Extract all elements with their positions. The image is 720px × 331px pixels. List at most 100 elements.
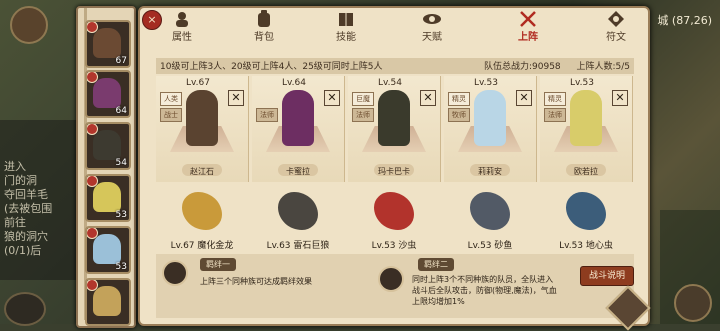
hero-figure: [378, 90, 410, 146]
pet-figure: [470, 192, 510, 230]
bond-two-title: 羁绊二: [418, 258, 454, 271]
hero-figure: [186, 90, 218, 146]
hero-portrait: [93, 130, 121, 160]
tab-label: 属性: [172, 32, 192, 43]
pet-row: Lv.67 魔化金龙 Lv.63 雷石巨狼 Lv.53 沙虫 Lv.53 砂鱼 Lv.5…: [156, 188, 634, 252]
hero-level: 54: [115, 158, 127, 168]
hero-level: Lv.64: [282, 78, 306, 88]
player-avatar[interactable]: [10, 6, 48, 44]
tab-attributes[interactable]: 属性: [152, 8, 212, 43]
hero-name: 欧若拉: [574, 167, 598, 176]
tab-skills[interactable]: 技能: [316, 8, 376, 43]
talent-icon: [423, 14, 441, 24]
hero-slot[interactable]: 53: [85, 226, 131, 274]
hero-level: Lv.67: [186, 78, 210, 88]
class-tag: 法师: [544, 108, 566, 122]
quest-line: (去被包围: [4, 202, 53, 215]
lineup-card[interactable]: Lv.53 精灵 法师 ✕ 欧若拉: [540, 76, 633, 182]
hero-slot[interactable]: 64: [85, 70, 131, 118]
lineup-card[interactable]: Lv.64 法师 ✕ 卡蜜拉: [252, 76, 345, 182]
tab-label: 背包: [254, 32, 274, 43]
hero-level: 53: [115, 210, 127, 220]
lineup-card[interactable]: Lv.54 巨魔 法师 ✕ 玛卡巴卡: [348, 76, 441, 182]
tab-talents[interactable]: 天赋: [402, 8, 462, 43]
class-tag: 法师: [256, 108, 278, 122]
lineup-card[interactable]: Lv.53 精灵 牧师 ✕ 莉莉安: [444, 76, 537, 182]
hero-level: 53: [115, 262, 127, 272]
pet-slot[interactable]: Lv.53 砂鱼: [444, 188, 536, 251]
pet-slot[interactable]: Lv.53 地心虫: [540, 188, 632, 251]
bond-two-desc-line: 上限均增加1%: [412, 297, 465, 306]
battle-info-button[interactable]: 战斗说明: [580, 266, 634, 286]
hero-level: Lv.53: [474, 78, 498, 88]
tab-bar: 属性 背包 技能 天赋 上阵 符文: [146, 8, 642, 43]
backpack-icon: [258, 10, 270, 27]
hero-name: 赵江石: [190, 167, 214, 176]
class-tag: 牧师: [448, 108, 470, 122]
pet-label: Lv.53 砂鱼: [467, 241, 513, 251]
quest-line: (0/1)后: [4, 244, 42, 257]
pet-slot[interactable]: Lv.67 魔化金龙: [156, 188, 248, 251]
lineup-cards: Lv.67 人类 战士 ✕ 赵江石 Lv.64 法师 ✕ 卡蜜拉 Lv.54 巨魔 法师 ✕ 玛卡巴卡 Lv…: [156, 76, 634, 186]
hero-portrait: [93, 78, 121, 108]
hero-level: 67: [115, 56, 127, 66]
skill-book-icon: [339, 13, 353, 26]
lineup-count: 上阵人数:5/5: [576, 62, 630, 72]
pet-label: Lv.63 雷石巨狼: [266, 241, 330, 251]
menu-avatar-button[interactable]: [674, 284, 712, 322]
race-tag: 精灵: [544, 92, 566, 106]
rune-icon: [608, 11, 624, 27]
companion-avatar[interactable]: [4, 292, 46, 326]
bond-two-desc: 同时上阵3个不同种族的队员，全队进入 战斗后全队攻击，防御(物理,魔法)，气血 …: [412, 274, 557, 307]
lineup-card[interactable]: Lv.67 人类 战士 ✕ 赵江石: [156, 76, 249, 182]
bond-two-desc-line: 同时上阵3个不同种族的队员，全队进入: [412, 275, 554, 284]
hero-slot[interactable]: 54: [85, 122, 131, 170]
tab-lineup[interactable]: 上阵: [498, 8, 558, 43]
bond-section: 羁绊一 上阵三个同种族可达成羁绊效果 羁绊二 同时上阵3个不同种族的队员，全队进…: [156, 254, 634, 318]
pet-slot[interactable]: Lv.53 沙虫: [348, 188, 440, 251]
map-coordinates: 城 (87,26): [657, 14, 712, 27]
team-power: 队伍总战力:90958: [484, 62, 561, 72]
class-tag: 法师: [352, 108, 374, 122]
quest-line: 前往: [4, 216, 26, 229]
quest-line: 门的洞: [4, 174, 37, 187]
hero-slot[interactable]: 53: [85, 174, 131, 222]
bond-one-title: 羁绊一: [200, 258, 236, 271]
tab-runes[interactable]: 符文: [586, 8, 646, 43]
remove-hero-button[interactable]: ✕: [516, 90, 532, 106]
pet-figure: [566, 192, 606, 230]
pet-label: Lv.53 沙虫: [371, 241, 417, 251]
remove-hero-button[interactable]: ✕: [228, 90, 244, 106]
pet-label: Lv.53 地心虫: [559, 241, 613, 251]
class-tag: 战士: [160, 108, 182, 122]
hero-figure: [474, 90, 506, 146]
hero-name: 莉莉安: [478, 167, 502, 176]
tab-label: 上阵: [518, 32, 538, 43]
pet-slot[interactable]: Lv.63 雷石巨狼: [252, 188, 344, 251]
pet-figure: [278, 192, 318, 230]
tab-label: 天赋: [422, 32, 442, 43]
remove-hero-button[interactable]: ✕: [324, 90, 340, 106]
bond-two-icon[interactable]: [378, 266, 404, 292]
quest-tracker[interactable]: 进入 门的洞 夺回羊毛 (去被包围 前往 狼的洞穴 (0/1)后: [4, 160, 52, 258]
tab-label: 技能: [336, 32, 356, 43]
remove-hero-button[interactable]: ✕: [612, 90, 628, 106]
quest-line: 狼的洞穴: [4, 230, 48, 243]
hero-portrait: [93, 234, 121, 264]
hero-level: Lv.54: [378, 78, 402, 88]
hero-name: 玛卡巴卡: [378, 167, 410, 176]
pet-figure: [374, 192, 414, 230]
bond-two-desc-line: 战斗后全队攻击，防御(物理,魔法)，气血: [412, 286, 557, 295]
quest-line: 进入: [4, 160, 26, 173]
hero-figure: [282, 90, 314, 146]
hero-level: 64: [115, 106, 127, 116]
remove-hero-button[interactable]: ✕: [420, 90, 436, 106]
attribute-icon: [176, 12, 188, 27]
hero-portrait: [93, 182, 121, 212]
pet-label: Lv.67 魔化金龙: [170, 241, 234, 251]
tab-backpack[interactable]: 背包: [234, 8, 294, 43]
bond-one-icon[interactable]: [162, 260, 188, 286]
lineup-rule-text: 10级可上阵3人、20级可上阵4人、25级可同时上阵5人: [160, 62, 383, 72]
hero-slot[interactable]: [85, 278, 131, 326]
hero-slot[interactable]: 67: [85, 20, 131, 68]
